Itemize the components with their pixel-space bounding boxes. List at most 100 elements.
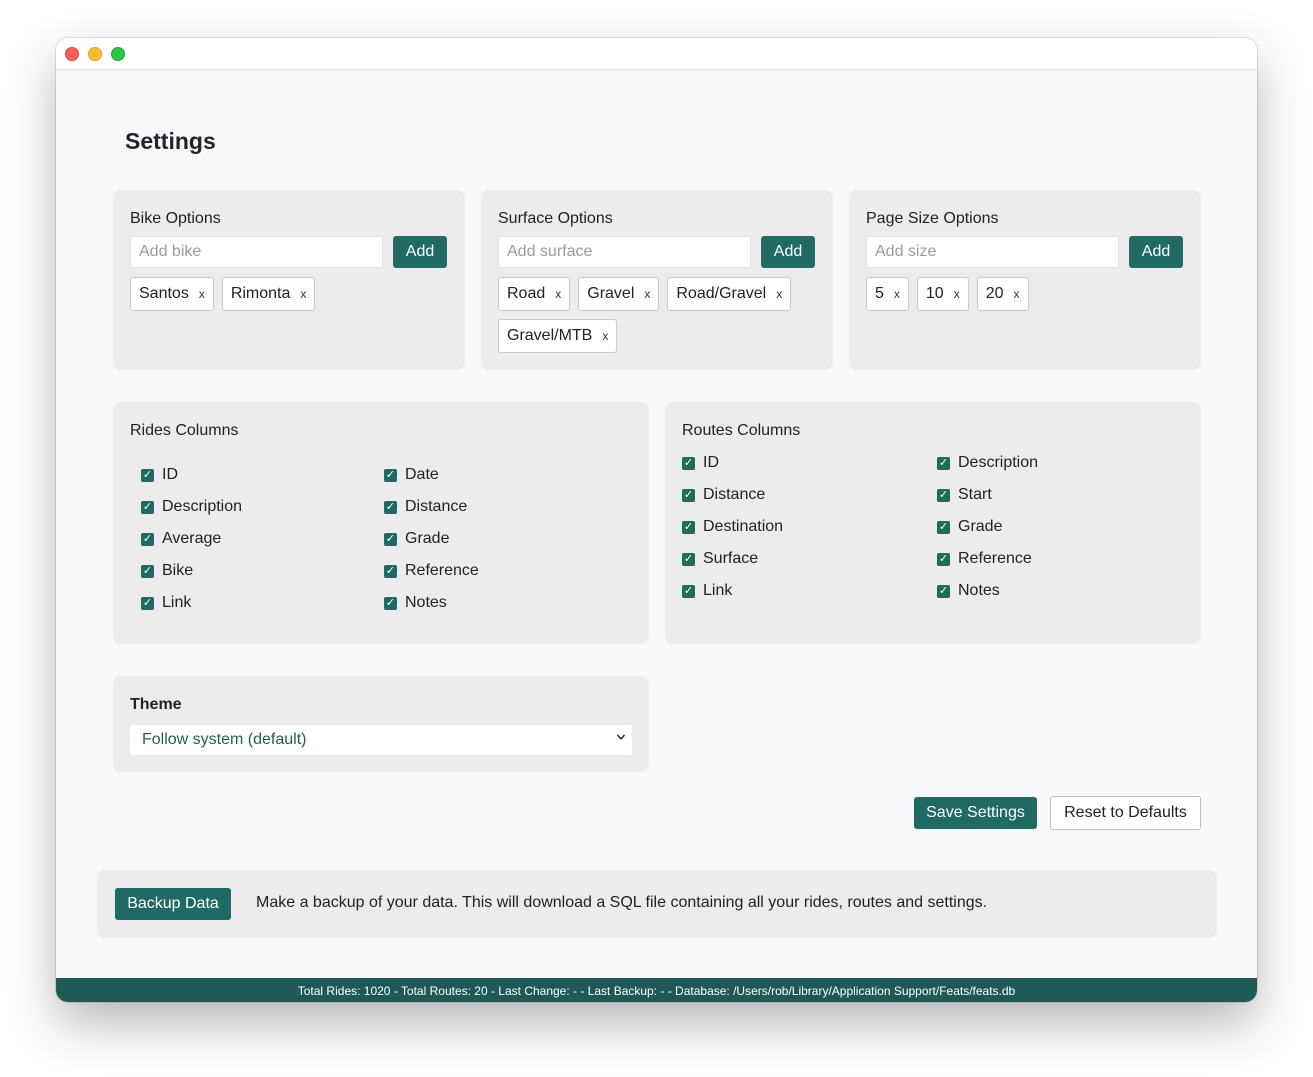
routes-column-description[interactable]: ✓ Description: [937, 452, 1180, 474]
add-bike-button[interactable]: Add: [393, 236, 447, 268]
routes-column-start[interactable]: ✓ Start: [937, 484, 1180, 506]
status-bar: Total Rides: 1020 - Total Routes: 20 - L…: [56, 978, 1257, 1002]
surface-chips: Road x Gravel x Road/Gravel x Gravel/MTB…: [498, 277, 823, 353]
chip-label: Rimonta: [230, 285, 291, 302]
rides-column-average[interactable]: ✓ Average: [141, 528, 384, 550]
close-icon[interactable]: x: [555, 287, 561, 301]
chevron-down-icon: [616, 734, 626, 740]
chip-label: Gravel: [587, 285, 635, 302]
title-bar: [56, 38, 1257, 70]
routes-columns-card: Routes Columns ✓ ID ✓ Description ✓ Distanc…: [665, 402, 1201, 644]
routes-column-surface[interactable]: ✓ Surface: [682, 548, 937, 570]
page-size-chip: 10 x: [916, 277, 969, 311]
theme-select[interactable]: Follow system (default): [130, 725, 632, 755]
surface-options-card: Surface Options Add Road x Gravel x Road…: [481, 190, 833, 370]
checkbox-checked-icon[interactable]: ✓: [937, 488, 950, 502]
checkbox-checked-icon[interactable]: ✓: [682, 456, 695, 470]
routes-column-notes[interactable]: ✓ Notes: [937, 580, 1180, 602]
close-icon[interactable]: x: [894, 287, 900, 301]
rides-column-bike[interactable]: ✓ Bike: [141, 560, 384, 582]
close-icon[interactable]: x: [1014, 287, 1020, 301]
routes-column-grade[interactable]: ✓ Grade: [937, 516, 1180, 538]
add-surface-button[interactable]: Add: [761, 236, 815, 268]
surface-chip: Road/Gravel x: [667, 277, 792, 311]
routes-column-reference[interactable]: ✓ Reference: [937, 548, 1180, 570]
checkbox-checked-icon[interactable]: ✓: [937, 520, 950, 534]
rides-column-distance[interactable]: ✓ Distance: [384, 496, 627, 518]
surface-chip: Gravel x: [578, 277, 660, 311]
close-window-button[interactable]: [65, 47, 79, 61]
routes-columns-title: Routes Columns: [682, 422, 801, 439]
rides-column-link[interactable]: ✓ Link: [141, 592, 384, 614]
add-surface-input[interactable]: [498, 236, 751, 268]
chip-label: Gravel/MTB: [507, 327, 593, 344]
checkbox-checked-icon[interactable]: ✓: [682, 488, 695, 502]
checkbox-checked-icon[interactable]: ✓: [384, 564, 397, 578]
checkbox-checked-icon[interactable]: ✓: [937, 584, 950, 598]
rides-column-reference[interactable]: ✓ Reference: [384, 560, 627, 582]
close-icon[interactable]: x: [199, 287, 205, 301]
checkbox-checked-icon[interactable]: ✓: [937, 552, 950, 566]
checkbox-checked-icon[interactable]: ✓: [937, 456, 950, 470]
rides-column-id[interactable]: ✓ ID: [141, 464, 384, 486]
checkbox-checked-icon[interactable]: ✓: [384, 596, 397, 610]
routes-column-distance[interactable]: ✓ Distance: [682, 484, 937, 506]
close-icon[interactable]: x: [954, 287, 960, 301]
save-settings-button[interactable]: Save Settings: [914, 797, 1037, 829]
minimize-window-button[interactable]: [88, 47, 102, 61]
close-icon[interactable]: x: [776, 287, 782, 301]
checkbox-checked-icon[interactable]: ✓: [141, 596, 154, 610]
chip-label: Road/Gravel: [676, 285, 767, 302]
page-size-chips: 5 x 10 x 20 x: [866, 277, 1191, 311]
checkbox-checked-icon[interactable]: ✓: [682, 552, 695, 566]
routes-columns-list: ✓ ID ✓ Description ✓ Distance ✓ Start ✓ Desti…: [682, 452, 1180, 602]
checkbox-checked-icon[interactable]: ✓: [682, 584, 695, 598]
rides-columns-title: Rides Columns: [130, 422, 239, 439]
chip-label: Santos: [139, 285, 189, 302]
checkbox-checked-icon[interactable]: ✓: [384, 468, 397, 482]
app-window: Settings Bike Options Add Santos x Rimon…: [56, 38, 1257, 1002]
bike-options-card: Bike Options Add Santos x Rimonta x: [113, 190, 465, 370]
rides-column-description[interactable]: ✓ Description: [141, 496, 384, 518]
checkbox-checked-icon[interactable]: ✓: [141, 532, 154, 546]
theme-title: Theme: [130, 696, 182, 713]
surface-options-title: Surface Options: [498, 210, 613, 227]
chip-label: Road: [507, 285, 546, 302]
chip-label: 5: [875, 285, 884, 302]
add-size-button[interactable]: Add: [1129, 236, 1183, 268]
rides-column-date[interactable]: ✓ Date: [384, 464, 627, 486]
rides-column-grade[interactable]: ✓ Grade: [384, 528, 627, 550]
rides-columns-card: Rides Columns ✓ ID ✓ Date ✓ Description ✓ Di…: [113, 402, 649, 644]
add-size-input[interactable]: [866, 236, 1119, 268]
bike-chips: Santos x Rimonta x: [130, 277, 455, 311]
zoom-window-button[interactable]: [111, 47, 125, 61]
backup-data-button[interactable]: Backup Data: [115, 888, 231, 920]
checkbox-checked-icon[interactable]: ✓: [384, 500, 397, 514]
close-icon[interactable]: x: [644, 287, 650, 301]
routes-column-destination[interactable]: ✓ Destination: [682, 516, 937, 538]
close-icon[interactable]: x: [602, 329, 608, 343]
bike-chip: Rimonta x: [221, 277, 316, 311]
backup-description: Make a backup of your data. This will do…: [256, 894, 988, 911]
routes-column-id[interactable]: ✓ ID: [682, 452, 937, 474]
chip-label: 10: [925, 285, 944, 302]
checkbox-checked-icon[interactable]: ✓: [141, 468, 154, 482]
page-title: Settings: [125, 128, 216, 154]
page-size-options-card: Page Size Options Add 5 x 10 x 20 x: [849, 190, 1201, 370]
bike-chip: Santos x: [130, 277, 214, 311]
checkbox-checked-icon[interactable]: ✓: [141, 564, 154, 578]
routes-column-link[interactable]: ✓ Link: [682, 580, 937, 602]
surface-chip: Gravel/MTB x: [498, 319, 618, 353]
theme-card: Theme Follow system (default): [113, 676, 649, 772]
chip-label: 20: [985, 285, 1004, 302]
checkbox-checked-icon[interactable]: ✓: [141, 500, 154, 514]
close-icon[interactable]: x: [300, 287, 306, 301]
page-size-options-title: Page Size Options: [866, 210, 999, 227]
reset-defaults-button[interactable]: Reset to Defaults: [1050, 796, 1201, 830]
add-bike-input[interactable]: [130, 236, 383, 268]
surface-chip: Road x: [498, 277, 571, 311]
checkbox-checked-icon[interactable]: ✓: [682, 520, 695, 534]
rides-column-notes[interactable]: ✓ Notes: [384, 592, 627, 614]
checkbox-checked-icon[interactable]: ✓: [384, 532, 397, 546]
backup-card: Backup Data Make a backup of your data. …: [97, 870, 1217, 938]
